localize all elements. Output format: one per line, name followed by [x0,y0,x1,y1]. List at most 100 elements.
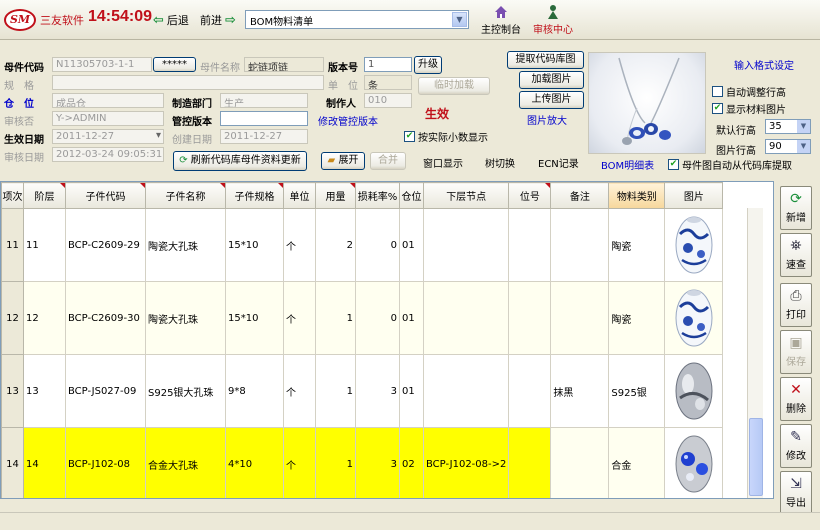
control-version-field[interactable] [220,111,308,126]
back-button[interactable]: ⇦ 后退 [153,12,189,28]
cell-code[interactable]: BCP-C2609-30 [65,281,146,355]
col-header-unit[interactable]: 单位 [283,182,316,209]
get-code-image-button[interactable]: 提取代码库图 [507,51,584,69]
cell-spec[interactable]: 9*8 [225,354,284,428]
chevron-down-icon[interactable]: ▾ [156,130,161,141]
modify-control-version-link[interactable]: 修改管控版本 [318,113,378,128]
actual-decimal-checkbox[interactable]: ✔ 按实际小数显示 [404,129,488,144]
cell-spec[interactable]: 4*10 [225,427,284,498]
cell-node[interactable] [422,354,510,428]
refresh-parent-button[interactable]: ⟳ 刷新代码库母件资料更新 [173,151,307,171]
print-button[interactable]: ⎙ 打印 [780,283,812,327]
table-row[interactable]: 11 11 BCP-C2609-29 陶瓷大孔珠 15*10 个 2 0 01 陶瓷 [1,208,724,282]
cell-category[interactable]: 陶瓷 [608,208,666,282]
cell-note[interactable] [550,208,610,282]
cell-level[interactable]: 12 [23,281,66,355]
cell-level[interactable]: 11 [23,208,66,282]
cell-category[interactable]: S925银 [608,354,666,428]
col-header-index[interactable]: 项次 [1,182,24,209]
cell-qty[interactable]: 2 [315,208,356,282]
cell-code[interactable]: BCP-JS027-09 [65,354,146,428]
cell-level[interactable]: 14 [23,427,66,498]
chevron-down-icon[interactable]: ▼ [797,120,810,133]
vertical-scrollbar[interactable] [747,208,763,498]
unit-field[interactable]: 条 [364,75,412,90]
input-format-setting-link[interactable]: 输入格式设定 [734,57,794,72]
create-date-field[interactable]: 2011-12-27 [220,129,308,144]
col-header-position[interactable]: 位号 [508,182,552,209]
cell-position[interactable] [508,281,552,355]
cell-warehouse[interactable]: 01 [399,281,424,355]
dept-field[interactable]: 生产 [220,93,308,108]
row-index[interactable]: 13 [1,354,24,428]
col-header-level[interactable]: 阶层 [23,182,66,209]
cell-loss[interactable]: 0 [355,208,400,282]
cell-note[interactable]: 抹黑 [550,354,610,428]
cell-name[interactable]: 陶瓷大孔珠 [145,281,226,355]
row-index[interactable]: 12 [1,281,24,355]
expand-button[interactable]: ▰ 展开 [321,152,365,170]
forward-button[interactable]: 前进 ⇨ [200,12,236,28]
cell-level[interactable]: 13 [23,354,66,428]
row-index[interactable]: 14 [1,427,24,498]
cell-note[interactable] [550,281,610,355]
temp-add-button[interactable]: 临时加载 [418,77,490,95]
document-type-select[interactable]: BOM物料清单 ▼ [245,10,469,29]
cell-position[interactable] [508,427,552,498]
show-material-image-checkbox[interactable]: ✔ 显示材料图片 [712,101,786,116]
modify-button[interactable]: ✎ 修改 [780,424,812,468]
quick-search-button[interactable]: ⛯ 速查 [780,233,812,277]
col-header-warehouse[interactable]: 仓位 [399,182,424,209]
tree-switch-tab[interactable]: 树切换 [485,155,515,170]
cell-code[interactable]: BCP-C2609-29 [65,208,146,282]
maker-field[interactable]: 010 [364,93,412,108]
window-show-tab[interactable]: 窗口显示 [423,155,463,170]
review-date-field[interactable]: 2012-03-24 09:05:31 [52,147,164,162]
upgrade-button[interactable]: 升级 [414,56,442,74]
image-row-height-select[interactable]: 90 ▼ [765,139,811,154]
load-image-button[interactable]: 加载图片 [519,71,584,89]
table-row[interactable]: 14 14 BCP-J102-08 合金大孔珠 4*10 个 1 3 02 BCP-J102-08… [1,427,724,498]
add-button[interactable]: ⟳ 新增 [780,186,812,230]
chevron-down-icon[interactable]: ▼ [797,140,810,153]
bom-detail-link[interactable]: BOM明细表 [601,157,654,172]
cell-node[interactable]: BCP-J102-08->2 [422,427,510,498]
cell-spec[interactable]: 15*10 [225,208,284,282]
cell-image[interactable] [664,208,724,282]
cell-name[interactable]: 陶瓷大孔珠 [145,208,226,282]
ecn-record-tab[interactable]: ECN记录 [538,155,579,170]
cell-unit[interactable]: 个 [283,427,316,498]
cell-unit[interactable]: 个 [283,281,316,355]
cell-qty[interactable]: 1 [315,281,356,355]
zoom-image-link[interactable]: 图片放大 [527,112,567,127]
parent-code-field[interactable]: N11305703-1-1 [52,57,152,72]
cell-image[interactable] [664,354,724,428]
col-header-note[interactable]: 备注 [550,182,610,209]
table-row[interactable]: 13 13 BCP-JS027-09 S925银大孔珠 9*8 个 1 3 01 抹黑 S925银 [1,354,724,428]
cell-loss[interactable]: 0 [355,281,400,355]
cell-qty[interactable]: 1 [315,354,356,428]
delete-button[interactable]: ✕ 删除 [780,377,812,421]
main-console-button[interactable]: 主控制台 [476,4,526,36]
col-header-category[interactable]: 物料类别 [608,182,666,209]
upload-image-button[interactable]: 上传图片 [519,91,584,109]
parent-name-field[interactable]: 蛇链项链 [244,57,324,72]
spec-field[interactable] [52,75,324,90]
cell-image[interactable] [664,427,724,498]
merge-button[interactable]: 合并 [370,152,406,170]
cell-node[interactable] [422,281,510,355]
cell-image[interactable] [664,281,724,355]
cell-category[interactable]: 陶瓷 [608,281,666,355]
cell-loss[interactable]: 3 [355,354,400,428]
cell-warehouse[interactable]: 01 [399,354,424,428]
col-header-code[interactable]: 子件代码 [65,182,146,209]
col-header-name[interactable]: 子件名称 [145,182,226,209]
cell-code[interactable]: BCP-J102-08 [65,427,146,498]
export-button[interactable]: ⇲ 导出 [780,471,812,515]
cell-position[interactable] [508,208,552,282]
cell-note[interactable] [550,427,610,498]
scrollbar-thumb[interactable] [749,418,763,496]
cell-warehouse[interactable]: 01 [399,208,424,282]
col-header-node[interactable]: 下层节点 [422,182,510,209]
cell-name[interactable]: 合金大孔珠 [145,427,226,498]
